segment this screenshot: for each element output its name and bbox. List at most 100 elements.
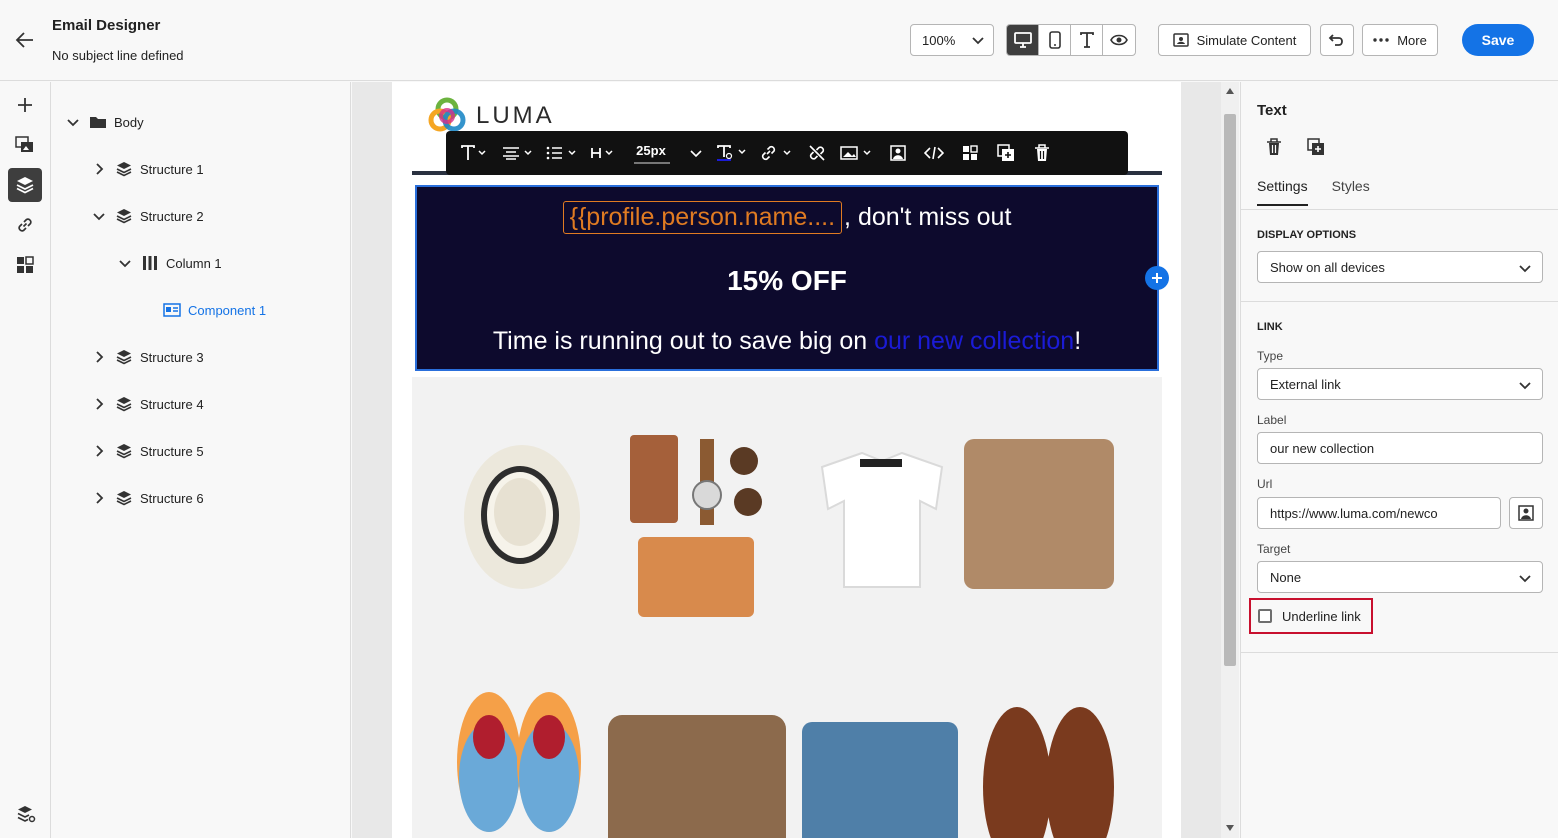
tab-styles[interactable]: Styles	[1332, 178, 1370, 206]
list-icon	[546, 146, 576, 160]
list-button[interactable]	[544, 137, 580, 169]
link-target-select[interactable]: None	[1257, 561, 1543, 593]
arrow-left-icon	[15, 32, 33, 48]
delete-component-button[interactable]	[1263, 136, 1285, 158]
tab-settings[interactable]: Settings	[1257, 178, 1308, 206]
duplicate-button[interactable]	[992, 137, 1020, 169]
chevron-down-icon	[1519, 575, 1531, 583]
chevron-right-icon	[96, 351, 104, 363]
tree-item-component-1[interactable]: Component 1	[162, 299, 266, 321]
layers-button[interactable]	[8, 168, 42, 202]
text-style-icon	[461, 145, 486, 160]
underline-link-highlight: Underline link	[1249, 598, 1373, 634]
email-canvas: LUMA 25px {{profile.person.name.... , do…	[352, 82, 1221, 838]
add-button[interactable]	[8, 88, 42, 122]
code-icon	[924, 146, 944, 160]
link-type-select[interactable]: External link	[1257, 368, 1543, 400]
top-header: Email Designer No subject line defined 1…	[0, 0, 1558, 81]
banner-line-1: {{profile.person.name.... , don't miss o…	[417, 201, 1157, 234]
tree-item-label: Body	[114, 114, 144, 130]
tree-item-structure-6[interactable]: Structure 6	[90, 487, 204, 509]
link-icon	[761, 145, 791, 161]
tree-item-label: Component 1	[188, 302, 267, 318]
scroll-down-icon[interactable]	[1226, 825, 1234, 831]
text-toolbar: 25px	[446, 131, 1128, 175]
zoom-select[interactable]: 100%	[910, 24, 994, 56]
layer-settings-icon[interactable]	[16, 804, 36, 824]
tree-item-structure-3[interactable]: Structure 3	[90, 346, 204, 368]
plus-icon	[1152, 273, 1162, 283]
link-label-input[interactable]: our new collection	[1257, 432, 1543, 464]
chevron-down-icon	[972, 37, 984, 45]
align-button[interactable]	[500, 137, 536, 169]
personalization-icon	[1518, 505, 1534, 521]
simulate-content-button[interactable]: Simulate Content	[1158, 24, 1311, 56]
tree-item-body[interactable]: Body	[64, 111, 144, 133]
email-body: LUMA 25px {{profile.person.name.... , do…	[392, 82, 1181, 838]
layers-icon	[16, 177, 34, 194]
underline-link-checkbox[interactable]	[1258, 609, 1272, 623]
assets-button[interactable]	[8, 128, 42, 162]
undo-button[interactable]	[1320, 24, 1354, 56]
collection-link[interactable]: our new collection	[874, 327, 1074, 355]
link-section-title: LINK	[1257, 321, 1283, 333]
personalization-token[interactable]: {{profile.person.name....	[562, 201, 843, 234]
add-component-button[interactable]	[1145, 266, 1169, 290]
tree-item-structure-2[interactable]: Structure 2	[90, 205, 204, 227]
display-options-select[interactable]: Show on all devices	[1257, 251, 1543, 283]
url-personalization-button[interactable]	[1509, 497, 1543, 529]
save-button[interactable]: Save	[1462, 24, 1534, 56]
font-size-dropdown[interactable]	[686, 137, 706, 169]
text-view-button[interactable]	[1071, 25, 1103, 55]
luma-logo-mark-icon	[428, 97, 466, 132]
type-label: Type	[1257, 349, 1284, 363]
layers-icon	[116, 444, 132, 459]
duplicate-component-button[interactable]	[1305, 136, 1327, 158]
more-button[interactable]: More	[1362, 24, 1438, 56]
text-component-banner[interactable]: {{profile.person.name.... , don't miss o…	[415, 185, 1159, 371]
preview-button[interactable]	[1103, 25, 1135, 55]
tree-item-label: Structure 1	[140, 161, 204, 177]
link-url-input[interactable]: https://www.luma.com/newco	[1257, 497, 1501, 529]
tree-item-structure-4[interactable]: Structure 4	[90, 393, 204, 415]
chevron-down-icon	[67, 119, 79, 127]
chevron-down-icon	[1519, 265, 1531, 273]
scroll-thumb[interactable]	[1224, 114, 1236, 666]
desktop-view-button[interactable]	[1007, 25, 1039, 55]
text-color-icon	[717, 145, 746, 161]
image-gallery-icon	[15, 136, 33, 152]
link-target-value: None	[1270, 569, 1302, 585]
tree-item-structure-1[interactable]: Structure 1	[90, 158, 204, 180]
back-button[interactable]	[12, 28, 38, 52]
banner-line-3-end: !	[1074, 327, 1082, 355]
mobile-view-button[interactable]	[1039, 25, 1071, 55]
url-label: Url	[1257, 477, 1273, 491]
delete-button[interactable]	[1028, 137, 1056, 169]
fragment-button[interactable]	[956, 137, 984, 169]
link-type-value: External link	[1270, 376, 1341, 392]
text-type-button[interactable]	[458, 137, 492, 169]
canvas-scrollbar[interactable]	[1221, 82, 1239, 838]
tree-item-structure-5[interactable]: Structure 5	[90, 440, 204, 462]
tree-item-label: Column 1	[166, 255, 222, 271]
app-title: Email Designer	[52, 17, 161, 34]
tabs-divider	[1241, 209, 1558, 210]
links-button[interactable]	[8, 208, 42, 242]
font-size-select[interactable]: 25px	[626, 137, 678, 169]
fragments-button[interactable]	[8, 248, 42, 282]
undo-icon	[1328, 34, 1343, 46]
text-color-button[interactable]	[714, 137, 750, 169]
scroll-up-icon[interactable]	[1226, 88, 1234, 94]
insert-link-button[interactable]	[758, 137, 796, 169]
plus-icon	[18, 98, 32, 112]
unlink-icon	[809, 145, 825, 161]
product-flatlay-image	[412, 377, 1162, 838]
remove-link-button[interactable]	[804, 137, 830, 169]
tree-item-label: Structure 6	[140, 490, 204, 506]
personalization-button[interactable]	[884, 137, 912, 169]
insert-image-button[interactable]	[838, 137, 876, 169]
source-code-button[interactable]	[920, 137, 948, 169]
heading-button[interactable]	[588, 137, 618, 169]
tree-item-column-1[interactable]: Column 1	[116, 252, 222, 274]
target-label: Target	[1257, 542, 1291, 556]
